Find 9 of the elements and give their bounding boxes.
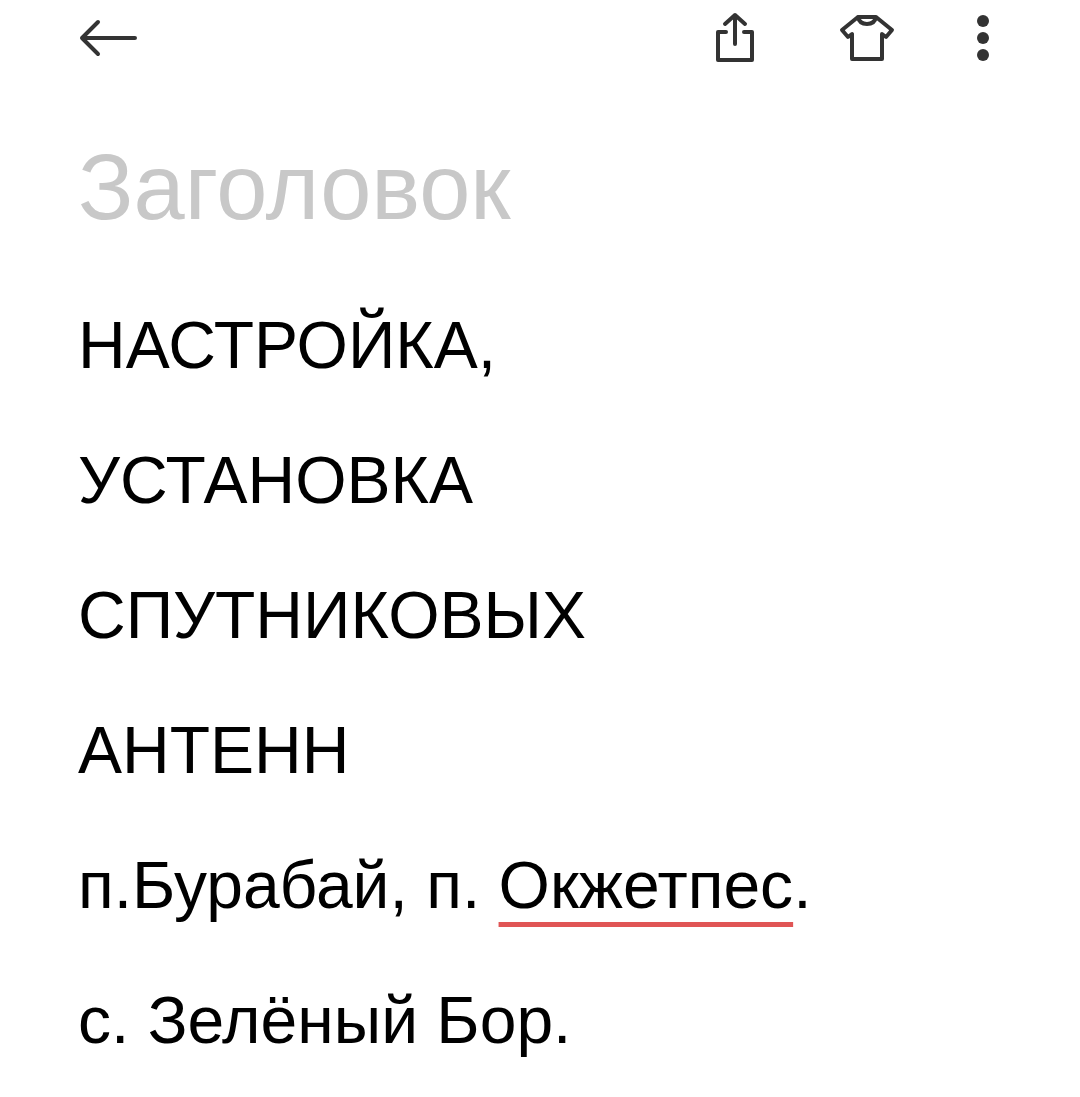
note-line: с. Зелёный Бор. (78, 982, 573, 1059)
note-line: УСТАНОВКА (78, 442, 475, 519)
more-icon[interactable] (976, 14, 990, 62)
note-line: СПУТНИКОВЫХ (78, 577, 587, 654)
note-line: п.Бурабай, п. Окжетпес. (78, 847, 813, 924)
back-icon[interactable] (78, 18, 138, 58)
note-line: АНТЕНН (78, 712, 351, 789)
t-shirt-icon[interactable] (838, 14, 896, 62)
note-line: НАСТРОЙКА, (78, 306, 498, 384)
